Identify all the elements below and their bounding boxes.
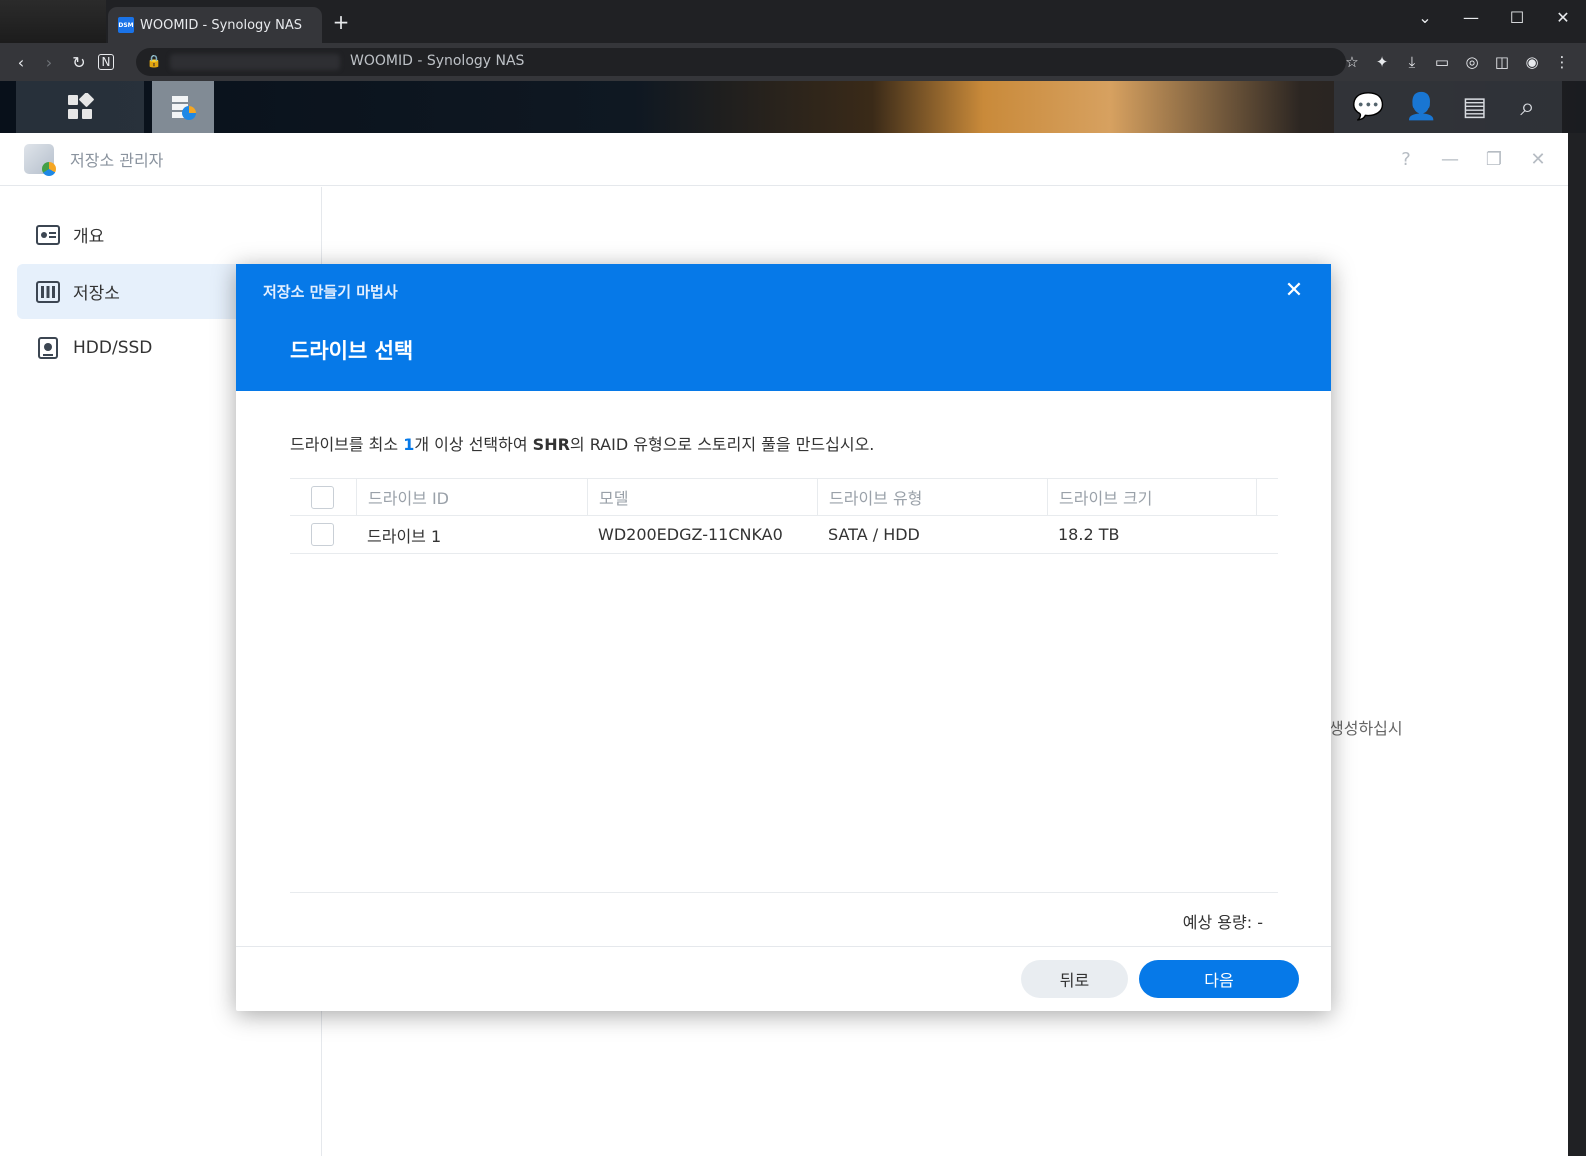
sidebar-item-label: 개요: [73, 227, 105, 247]
window-buttons: ? — ❐ ✕: [1394, 147, 1550, 171]
cell-drive-type: SATA / HDD: [828, 525, 920, 544]
cell-drive-size: 18.2 TB: [1058, 525, 1120, 544]
notion-extension-icon[interactable]: N: [98, 54, 114, 70]
storage-icon: [35, 280, 61, 303]
estimated-capacity: 예상 용량: -: [1182, 913, 1263, 932]
table-header-row: 드라이브 ID 모델 드라이브 유형 드라이브 크기: [290, 478, 1278, 516]
row-checkbox[interactable]: [311, 523, 334, 546]
address-blurred-segment: [170, 54, 340, 70]
forward-icon[interactable]: ›: [38, 51, 60, 73]
screenshot-icon[interactable]: ◎: [1462, 51, 1482, 73]
close-window-icon[interactable]: ✕: [1540, 0, 1586, 34]
bookmark-star-icon[interactable]: ☆: [1342, 51, 1362, 73]
column-header-spacer: [1256, 479, 1278, 515]
back-button[interactable]: 뒤로: [1021, 960, 1128, 998]
browser-tab-bar: DSM WOOMID - Synology NAS + ⌄ — ☐ ✕: [0, 0, 1586, 43]
cell-model: WD200EDGZ-11CNKA0: [598, 525, 783, 544]
search-icon[interactable]: ⌕: [1501, 81, 1554, 133]
drive-icon: [35, 336, 61, 359]
dsm-tray: 💬 👤 ▤ ⌕: [1334, 81, 1562, 133]
storage-manager-taskbar-icon[interactable]: [152, 81, 214, 133]
instruction-part: 드라이브를 최소: [290, 435, 404, 454]
row-select-cell: [290, 516, 356, 553]
maximize-icon[interactable]: ☐: [1494, 0, 1540, 34]
sidebar-item-label: HDD/SSD: [73, 337, 153, 358]
background-hint-text: 생성하십시: [1329, 719, 1403, 738]
address-bar[interactable]: 🔒 WOOMID - Synology NAS: [136, 48, 1346, 76]
storage-manager-icon: [24, 144, 56, 176]
address-text: WOOMID - Synology NAS: [350, 53, 525, 69]
minimize-icon[interactable]: —: [1448, 0, 1494, 34]
wizard-step-title: 드라이브 선택: [290, 339, 414, 363]
content-divider: [290, 892, 1278, 893]
window-title: 저장소 관리자: [70, 151, 164, 170]
main-menu-grid-icon[interactable]: [16, 81, 144, 133]
minimize-icon[interactable]: —: [1438, 147, 1462, 171]
instruction-part: 의 RAID 유형으로 스토리지 풀을 만드십시오.: [569, 435, 875, 454]
column-header-model[interactable]: 모델: [587, 479, 817, 515]
column-header-drive-id[interactable]: 드라이브 ID: [356, 479, 587, 515]
notification-chat-icon[interactable]: 💬: [1342, 81, 1395, 133]
drive-table: 드라이브 ID 모델 드라이브 유형 드라이브 크기 드라이브 1 WD200E…: [290, 478, 1278, 554]
close-icon[interactable]: ✕: [1283, 280, 1305, 302]
browser-toolbar: ‹ › ↻ N 🔒 WOOMID - Synology NAS ☆ ✦ ⤓ ▭ …: [0, 43, 1586, 81]
widgets-icon[interactable]: ▤: [1448, 81, 1501, 133]
close-icon[interactable]: ✕: [1526, 147, 1550, 171]
profile-icon[interactable]: ◉: [1522, 51, 1542, 73]
wizard-title: 저장소 만들기 마법사: [263, 283, 398, 301]
tab-group-thumbnail[interactable]: [0, 0, 106, 43]
window-title-bar: 저장소 관리자 ? — ❐ ✕: [0, 133, 1568, 186]
browser-extension-icons: ☆ ✦ ⤓ ▭ ◎ ◫ ◉ ⋮: [1342, 51, 1572, 73]
menu-icon[interactable]: ⋮: [1552, 51, 1572, 73]
sidebar-item-label: 저장소: [73, 284, 120, 304]
video-icon[interactable]: ▭: [1432, 51, 1452, 73]
help-icon[interactable]: ?: [1394, 147, 1418, 171]
next-button[interactable]: 다음: [1139, 960, 1299, 998]
table-row[interactable]: 드라이브 1 WD200EDGZ-11CNKA0 SATA / HDD 18.2…: [290, 516, 1278, 554]
sidebar-item-overview[interactable]: 개요: [17, 207, 322, 262]
instruction-part: 개 이상 선택하여: [414, 435, 533, 454]
browser-tab-title: WOOMID - Synology NAS: [140, 17, 302, 33]
dsm-taskbar: 💬 👤 ▤ ⌕: [0, 81, 1586, 133]
column-header-drive-size[interactable]: 드라이브 크기: [1047, 479, 1256, 515]
select-all-checkbox[interactable]: [311, 485, 334, 509]
split-view-icon[interactable]: ◫: [1492, 51, 1512, 73]
back-icon[interactable]: ‹: [10, 51, 32, 73]
min-drive-count: 1: [403, 435, 415, 454]
cell-drive-id: 드라이브 1: [367, 526, 442, 546]
restore-icon[interactable]: ❐: [1482, 147, 1506, 171]
footer-divider: [236, 946, 1331, 947]
extensions-puzzle-icon[interactable]: ✦: [1372, 51, 1392, 73]
overview-icon: [35, 224, 61, 246]
raid-type: SHR: [532, 435, 570, 454]
download-icon[interactable]: ⤓: [1402, 51, 1422, 73]
select-all-cell: [290, 479, 356, 515]
tab-search-icon[interactable]: ⌄: [1402, 0, 1448, 34]
reload-icon[interactable]: ↻: [68, 51, 90, 73]
lock-icon[interactable]: 🔒: [146, 54, 162, 70]
create-storage-wizard-dialog: 저장소 만들기 마법사 드라이브 선택 ✕ 드라이브를 최소 1개 이상 선택하…: [236, 264, 1331, 1011]
dsm-favicon-icon: DSM: [118, 17, 134, 33]
instruction-text: 드라이브를 최소 1개 이상 선택하여 SHR의 RAID 유형으로 스토리지 …: [290, 431, 874, 455]
browser-tab[interactable]: DSM WOOMID - Synology NAS: [108, 7, 322, 43]
wizard-header: 저장소 만들기 마법사 드라이브 선택 ✕: [236, 264, 1331, 391]
user-icon[interactable]: 👤: [1395, 81, 1448, 133]
window-controls: ⌄ — ☐ ✕: [1402, 0, 1586, 34]
new-tab-button[interactable]: +: [330, 12, 352, 34]
column-header-drive-type[interactable]: 드라이브 유형: [817, 479, 1047, 515]
